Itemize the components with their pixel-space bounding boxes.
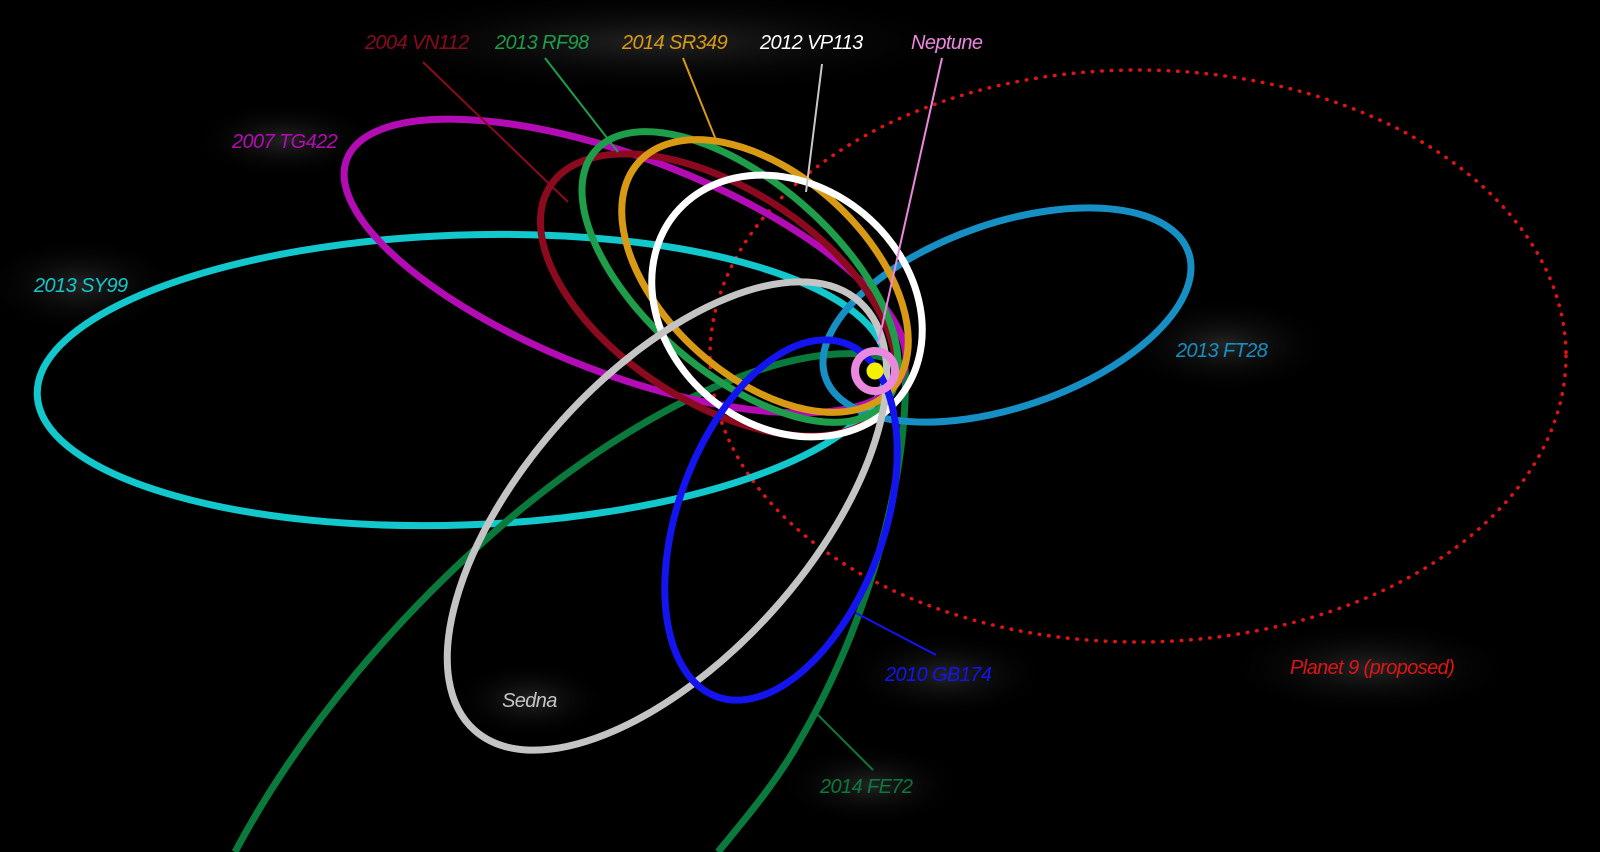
label-neptune: Neptune	[911, 32, 983, 54]
sun-icon	[866, 362, 884, 380]
label-2013-sy99: 2013 SY99	[33, 275, 128, 297]
label-planet-9: Planet 9 (proposed)	[1290, 657, 1454, 679]
label-2014-sr349: 2014 SR349	[621, 32, 728, 54]
label-2007-tg422: 2007 TG422	[231, 131, 338, 153]
label-sedna: Sedna	[502, 690, 557, 712]
label-2013-ft28: 2013 FT28	[1175, 340, 1268, 362]
label-2012-vp113: 2012 VP113	[759, 32, 863, 54]
label-2004-vn112: 2004 VN112	[364, 32, 469, 54]
vp113-orbit	[648, 171, 926, 441]
label-2013-rf98: 2013 RF98	[494, 32, 589, 54]
orbit-diagram: 2004 VN112 2013 RF98 2014 SR349 2012 VP1…	[0, 0, 1568, 852]
label-2010-gb174: 2010 GB174	[884, 664, 992, 686]
label-2014-fe72: 2014 FE72	[819, 776, 913, 798]
